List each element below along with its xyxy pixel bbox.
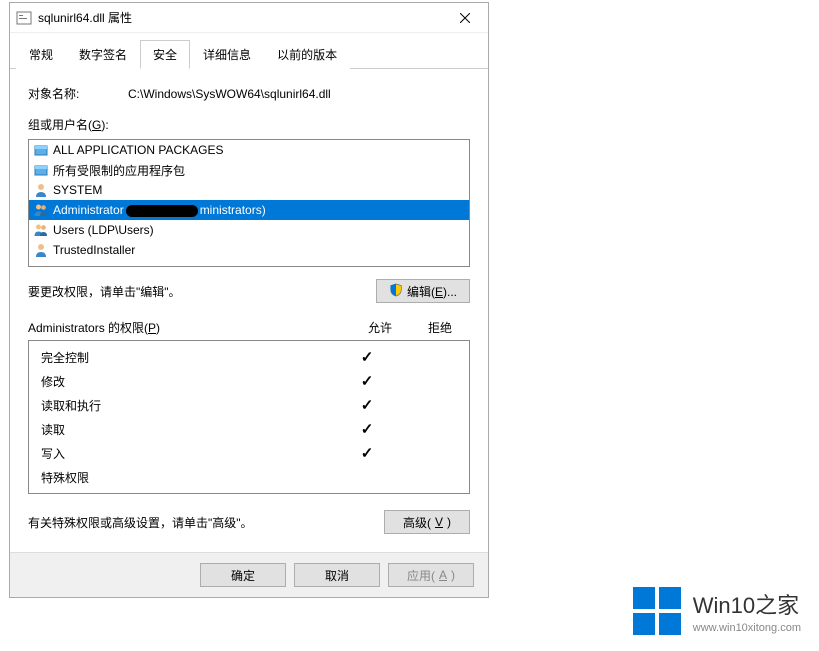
allow-check: ✓	[337, 372, 397, 390]
window-title: sqlunirl64.dll 属性	[38, 9, 442, 26]
list-item[interactable]: Administratorministrators)	[29, 200, 469, 220]
user-icon	[33, 182, 49, 198]
advanced-hint: 有关特殊权限或高级设置，请单击"高级"。	[28, 514, 253, 531]
permission-row: 写入✓	[29, 441, 469, 465]
tab-previous-versions[interactable]: 以前的版本	[264, 40, 350, 69]
permissions-listbox: 完全控制✓修改✓读取和执行✓读取✓写入✓特殊权限	[28, 340, 470, 494]
permission-row: 修改✓	[29, 369, 469, 393]
list-item-label: SYSTEM	[53, 183, 102, 197]
logo-title: Win10之家	[693, 588, 801, 620]
list-item[interactable]: TrustedInstaller	[29, 240, 469, 260]
tab-digital-signature[interactable]: 数字签名	[66, 40, 140, 69]
object-name-label: 对象名称:	[28, 85, 128, 102]
ok-button[interactable]: 确定	[200, 563, 286, 587]
edit-hint: 要更改权限，请单击"编辑"。	[28, 283, 181, 300]
groups-listbox[interactable]: ALL APPLICATION PACKAGES 所有受限制的应用程序包 SYSTE…	[28, 139, 470, 267]
tab-general[interactable]: 常规	[16, 40, 66, 69]
properties-dialog: sqlunirl64.dll 属性 常规 数字签名 安全 详细信息 以前的版本 …	[9, 2, 489, 598]
windows-logo-icon	[633, 587, 681, 635]
permission-name: 特殊权限	[41, 469, 337, 486]
logo-url: www.win10xitong.com	[693, 622, 801, 634]
group-icon	[33, 202, 49, 218]
permission-row: 读取和执行✓	[29, 393, 469, 417]
titlebar[interactable]: sqlunirl64.dll 属性	[10, 3, 488, 33]
permission-name: 写入	[41, 445, 337, 462]
edit-button[interactable]: 编辑(E)...	[376, 279, 470, 303]
allow-check: ✓	[337, 348, 397, 366]
allow-check: ✓	[337, 420, 397, 438]
list-item[interactable]: ALL APPLICATION PACKAGES	[29, 140, 469, 160]
tab-bar: 常规 数字签名 安全 详细信息 以前的版本	[10, 33, 488, 69]
object-name-value: C:\Windows\SysWOW64\sqlunirl64.dll	[128, 87, 470, 101]
col-deny: 拒绝	[410, 319, 470, 336]
dialog-buttons: 确定 取消 应用(A)	[10, 552, 488, 597]
watermark-logo: Win10之家 www.win10xitong.com	[633, 587, 801, 635]
permission-name: 完全控制	[41, 349, 337, 366]
permission-row: 读取✓	[29, 417, 469, 441]
permission-name: 读取	[41, 421, 337, 438]
package-icon	[33, 142, 49, 158]
list-item[interactable]: 所有受限制的应用程序包	[29, 160, 469, 180]
user-icon	[33, 242, 49, 258]
apply-button[interactable]: 应用(A)	[388, 563, 474, 587]
allow-check: ✓	[337, 396, 397, 414]
permission-row: 完全控制✓	[29, 345, 469, 369]
list-item-label: Administratorministrators)	[53, 203, 266, 217]
cancel-button[interactable]: 取消	[294, 563, 380, 587]
col-allow: 允许	[350, 319, 410, 336]
advanced-button[interactable]: 高级(V)	[384, 510, 470, 534]
close-button[interactable]	[442, 3, 488, 33]
tab-details[interactable]: 详细信息	[190, 40, 264, 69]
list-item-label: Users (LDP\Users)	[53, 223, 154, 237]
list-item-label: TrustedInstaller	[53, 243, 135, 257]
tab-content: 对象名称: C:\Windows\SysWOW64\sqlunirl64.dll…	[10, 69, 488, 552]
permissions-header: Administrators 的权限(P) 允许 拒绝	[28, 319, 470, 336]
package-icon	[33, 162, 49, 178]
groups-label: 组或用户名(G):	[28, 116, 470, 133]
shield-icon	[389, 283, 403, 300]
tab-security[interactable]: 安全	[140, 40, 190, 69]
permission-name: 修改	[41, 373, 337, 390]
list-item-label: 所有受限制的应用程序包	[53, 162, 185, 179]
list-item-label: ALL APPLICATION PACKAGES	[53, 143, 224, 157]
permission-name: 读取和执行	[41, 397, 337, 414]
allow-check: ✓	[337, 444, 397, 462]
app-icon	[16, 10, 32, 26]
list-item[interactable]: SYSTEM	[29, 180, 469, 200]
group-icon	[33, 222, 49, 238]
object-name-row: 对象名称: C:\Windows\SysWOW64\sqlunirl64.dll	[28, 85, 470, 102]
list-item[interactable]: Users (LDP\Users)	[29, 220, 469, 240]
close-icon	[460, 13, 470, 23]
permission-row: 特殊权限	[29, 465, 469, 489]
